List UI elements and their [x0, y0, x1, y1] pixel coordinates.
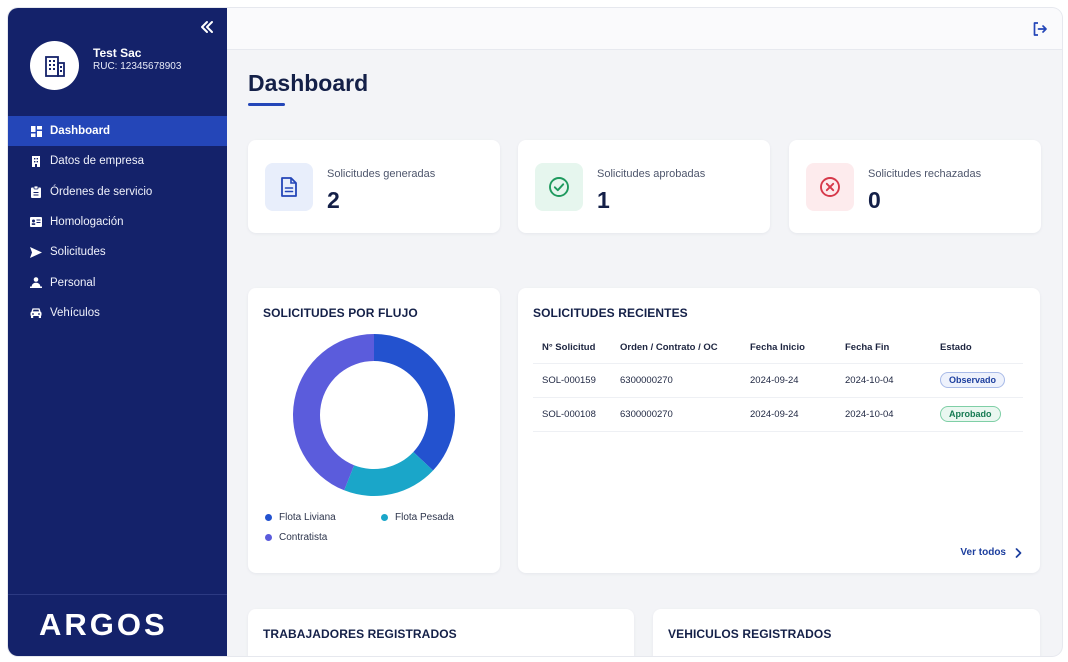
check-circle-icon	[535, 163, 583, 211]
table-row[interactable]: SOL-000108 6300000270 2024-09-24 2024-10…	[533, 397, 1023, 432]
stat-label: Solicitudes aprobadas	[597, 168, 706, 180]
users-icon	[30, 277, 42, 289]
donut-slice-flota-pesada[interactable]	[344, 451, 434, 496]
cell-inicio: 2024-09-24	[741, 397, 836, 432]
workers-card: TRABAJADORES REGISTRADOS	[248, 609, 634, 656]
sidebar-item-datos-empresa[interactable]: Datos de empresa	[8, 146, 227, 176]
top-bar	[227, 8, 1062, 50]
table-row[interactable]: SOL-000159 6300000270 2024-09-24 2024-10…	[533, 363, 1023, 398]
legend-item: Flota Liviana	[265, 512, 336, 523]
column-header: Fecha Fin	[836, 333, 931, 364]
page-title: Dashboard	[248, 70, 369, 96]
company-ruc: RUC: 12345678903	[93, 61, 182, 72]
legend-label: Contratista	[279, 532, 328, 543]
column-header: Estado	[931, 333, 1023, 364]
stat-value: 0	[868, 187, 881, 213]
cell-estado: Observado	[931, 363, 1023, 398]
view-all-label: Ver todos	[960, 547, 1006, 558]
cell-fin: 2024-10-04	[836, 397, 931, 432]
legend-item: Contratista	[265, 532, 327, 543]
card-title: SOLICITUDES RECIENTES	[533, 306, 688, 320]
cell-inicio: 2024-09-24	[741, 363, 836, 398]
status-badge: Observado	[940, 372, 1006, 388]
document-icon	[265, 163, 313, 211]
legend-label: Flota Liviana	[279, 512, 336, 523]
cell-estado: Aprobado	[931, 397, 1023, 432]
sidebar-item-label: Homologación	[50, 216, 124, 229]
sidebar-item-label: Datos de empresa	[50, 155, 144, 168]
send-icon	[30, 246, 42, 258]
donut-slice-contratista[interactable]	[293, 334, 374, 491]
stat-card-aprobadas: Solicitudes aprobadas 1	[518, 140, 770, 233]
legend-dot	[265, 534, 272, 541]
stat-card-generadas: Solicitudes generadas 2	[248, 140, 500, 233]
legend-dot	[265, 514, 272, 521]
status-badge: Aprobado	[940, 406, 1001, 422]
title-underline	[248, 103, 285, 106]
argos-logo: ARGOS	[39, 607, 168, 642]
logout-icon[interactable]	[1032, 21, 1048, 37]
sidebar-item-label: Órdenes de servicio	[50, 185, 153, 198]
sidebar-item-label: Solicitudes	[50, 246, 106, 259]
vehicles-card: VEHICULOS REGISTRADOS	[653, 609, 1040, 656]
sidebar-item-label: Dashboard	[50, 125, 111, 138]
legend-item: Flota Pesada	[381, 512, 454, 523]
collapse-sidebar-icon[interactable]	[199, 19, 215, 35]
donut-slice-flota-liviana[interactable]	[374, 334, 455, 471]
company-name: Test Sac	[93, 46, 142, 60]
dashboard-icon	[30, 125, 42, 137]
cell-id: SOL-000159	[533, 363, 611, 398]
car-icon	[30, 307, 42, 319]
sidebar-item-dashboard[interactable]: Dashboard	[8, 116, 227, 147]
sidebar-divider	[8, 594, 227, 595]
chevron-right-icon	[1015, 547, 1022, 558]
view-all-link[interactable]: Ver todos	[960, 547, 1022, 558]
cell-orden: 6300000270	[611, 397, 741, 432]
sidebar: Test Sac RUC: 12345678903 Dashboard Dato…	[8, 8, 227, 656]
column-header: Fecha Inicio	[741, 333, 836, 364]
recent-requests-card: SOLICITUDES RECIENTES N° Solicitud Orden…	[518, 288, 1040, 573]
company-avatar	[30, 41, 79, 90]
building-avatar-icon	[44, 55, 65, 77]
sidebar-item-homologacion[interactable]: Homologación	[8, 207, 227, 237]
sidebar-nav: Dashboard Datos de empresa Órdenes de se…	[8, 116, 227, 328]
id-card-icon	[30, 216, 42, 228]
stat-label: Solicitudes generadas	[327, 168, 436, 180]
clipboard-icon	[30, 185, 42, 198]
table-header-row: N° Solicitud Orden / Contrato / OC Fecha…	[533, 333, 1023, 364]
company-profile: Test Sac RUC: 12345678903	[30, 41, 181, 90]
building-icon	[30, 155, 42, 167]
sidebar-item-solicitudes[interactable]: Solicitudes	[8, 237, 227, 267]
column-header: N° Solicitud	[533, 333, 611, 364]
stat-card-rechazadas: Solicitudes rechazadas 0	[789, 140, 1041, 233]
stat-label: Solicitudes rechazadas	[868, 168, 982, 180]
flow-chart-card: SOLICITUDES POR FLUJO Flota Liviana Flot…	[248, 288, 500, 573]
stat-value: 2	[327, 187, 340, 213]
donut-chart	[293, 334, 455, 496]
sidebar-item-ordenes-servicio[interactable]: Órdenes de servicio	[8, 177, 227, 207]
card-title: SOLICITUDES POR FLUJO	[263, 306, 418, 320]
sidebar-item-vehiculos[interactable]: Vehículos	[8, 298, 227, 328]
cell-fin: 2024-10-04	[836, 363, 931, 398]
cell-id: SOL-000108	[533, 397, 611, 432]
sidebar-item-personal[interactable]: Personal	[8, 267, 227, 297]
x-circle-icon	[806, 163, 854, 211]
column-header: Orden / Contrato / OC	[611, 333, 741, 364]
sidebar-item-label: Personal	[50, 276, 96, 289]
recent-requests-table: N° Solicitud Orden / Contrato / OC Fecha…	[533, 333, 1023, 432]
card-title: VEHICULOS REGISTRADOS	[668, 627, 832, 641]
card-title: TRABAJADORES REGISTRADOS	[263, 627, 457, 641]
legend-dot	[381, 514, 388, 521]
cell-orden: 6300000270	[611, 363, 741, 398]
sidebar-item-label: Vehículos	[50, 306, 100, 319]
svg-text:ARGOS: ARGOS	[39, 607, 168, 642]
app-frame: Test Sac RUC: 12345678903 Dashboard Dato…	[8, 8, 1062, 656]
legend-label: Flota Pesada	[395, 512, 454, 523]
stat-value: 1	[597, 187, 610, 213]
